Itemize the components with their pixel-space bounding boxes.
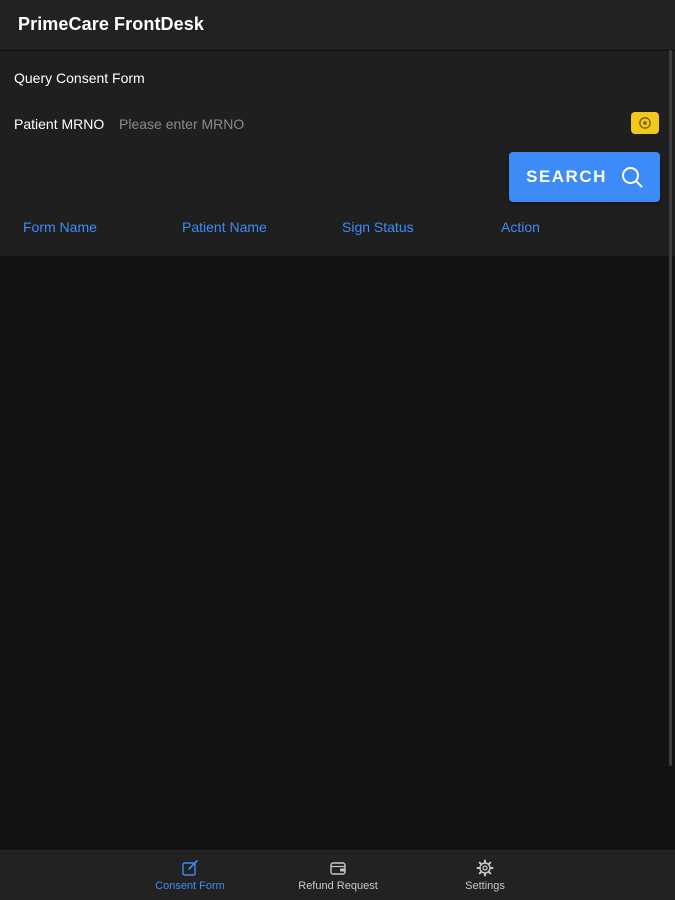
nav-item-refund-request[interactable]: Refund Request (283, 859, 393, 899)
scan-icon (639, 117, 651, 129)
nav-item-consent-form[interactable]: Consent Form (135, 859, 245, 899)
section-title: Query Consent Form (14, 70, 145, 86)
app-header: PrimeCare FrontDesk (0, 0, 675, 50)
nav-label-settings: Settings (465, 880, 505, 892)
search-button[interactable]: SEARCH (509, 152, 660, 202)
scrollbar[interactable] (669, 50, 672, 766)
edit-icon (182, 860, 198, 876)
mrno-input[interactable] (113, 111, 605, 137)
nav-label-consent-form: Consent Form (155, 880, 225, 892)
scan-button[interactable] (631, 112, 659, 134)
column-header-action[interactable]: Action (501, 219, 540, 235)
column-header-sign-status[interactable]: Sign Status (342, 219, 414, 235)
column-header-form-name[interactable]: Form Name (23, 219, 97, 235)
results-list (0, 256, 675, 850)
bottom-nav: Consent Form Refund Request Settings (0, 850, 675, 900)
search-button-label: SEARCH (526, 167, 607, 186)
gear-icon (476, 859, 494, 877)
mrno-label: Patient MRNO (14, 116, 105, 132)
wallet-icon (330, 862, 346, 875)
nav-item-settings[interactable]: Settings (430, 859, 540, 899)
column-header-patient-name[interactable]: Patient Name (182, 219, 267, 235)
query-panel: Query Consent Form Patient MRNO SEARCH F… (0, 51, 675, 256)
app-title: PrimeCare FrontDesk (18, 14, 204, 34)
table-header: Form Name Patient Name Sign Status Actio… (0, 211, 675, 241)
search-icon (621, 167, 643, 188)
nav-label-refund-request: Refund Request (298, 880, 378, 892)
app-window: PrimeCare FrontDesk Query Consent Form P… (0, 0, 675, 900)
